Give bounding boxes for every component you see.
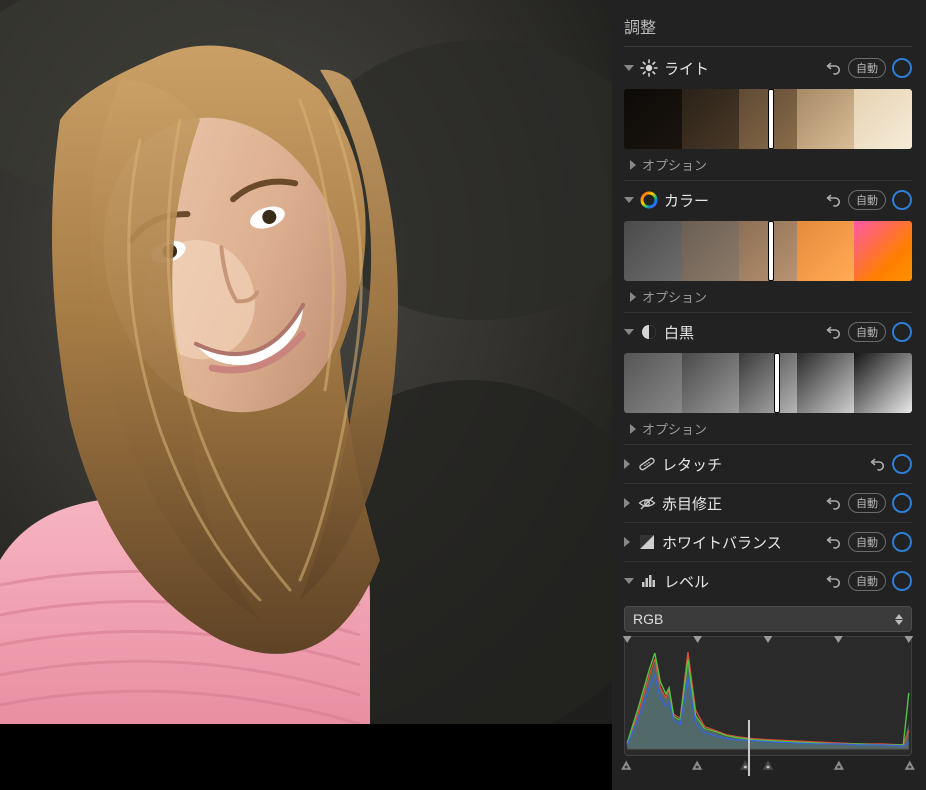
undo-icon[interactable] xyxy=(826,192,842,208)
panel-title: 調整 xyxy=(624,0,912,47)
disclosure-triangle-icon[interactable] xyxy=(624,197,634,203)
disclosure-triangle-icon xyxy=(630,160,636,170)
histogram-icon xyxy=(640,572,658,590)
adjustment-bw-header[interactable]: 白黒 自動 xyxy=(624,313,912,351)
bw-thumbnail-slider[interactable] xyxy=(624,353,912,413)
enable-ring-icon[interactable] xyxy=(892,493,912,513)
options-toggle[interactable]: オプション xyxy=(624,285,912,312)
adjustment-redeye-label: 赤目修正 xyxy=(662,493,722,514)
callout-line xyxy=(748,720,750,776)
adjustment-redeye-header[interactable]: 赤目修正 自動 xyxy=(624,484,912,522)
undo-icon[interactable] xyxy=(826,324,842,340)
slider-marker[interactable] xyxy=(768,221,774,281)
adjustment-light: ライト 自動 オプション xyxy=(624,49,912,181)
auto-button[interactable]: 自動 xyxy=(848,571,886,591)
adjustment-retouch-label: レタッチ xyxy=(662,454,722,475)
whitebalance-icon xyxy=(638,533,656,551)
disclosure-triangle-icon[interactable] xyxy=(624,65,634,71)
disclosure-triangle-icon[interactable] xyxy=(624,537,630,547)
enable-ring-icon[interactable] xyxy=(892,322,912,342)
options-label: オプション xyxy=(642,287,707,306)
options-label: オプション xyxy=(642,419,707,438)
disclosure-triangle-icon xyxy=(630,424,636,434)
adjustment-bw-label: 白黒 xyxy=(664,322,694,343)
adjustment-whitebalance: ホワイトバランス 自動 xyxy=(624,523,912,562)
disclosure-triangle-icon[interactable] xyxy=(624,578,634,584)
stepper-icon xyxy=(895,614,903,625)
options-toggle[interactable]: オプション xyxy=(624,153,912,180)
adjustment-levels-header[interactable]: レベル 自動 xyxy=(624,562,912,600)
options-label: オプション xyxy=(642,155,707,174)
auto-button[interactable]: 自動 xyxy=(848,532,886,552)
adjustment-levels-label: レベル xyxy=(664,571,709,592)
levels-histogram[interactable] xyxy=(624,636,912,756)
auto-button[interactable]: 自動 xyxy=(848,190,886,210)
disclosure-triangle-icon[interactable] xyxy=(624,329,634,335)
adjustment-whitebalance-label: ホワイトバランス xyxy=(662,532,782,553)
bw-icon xyxy=(640,323,658,341)
undo-icon[interactable] xyxy=(826,495,842,511)
auto-button[interactable]: 自動 xyxy=(848,493,886,513)
undo-icon[interactable] xyxy=(826,534,842,550)
enable-ring-icon[interactable] xyxy=(892,571,912,591)
options-toggle[interactable]: オプション xyxy=(624,417,912,444)
adjustment-retouch-header[interactable]: レタッチ xyxy=(624,445,912,483)
photo-preview[interactable] xyxy=(0,0,612,724)
auto-button[interactable]: 自動 xyxy=(848,58,886,78)
adjustment-color: カラー 自動 オプション xyxy=(624,181,912,313)
disclosure-triangle-icon xyxy=(630,292,636,302)
adjustments-sidebar: 調整 ライト 自動 xyxy=(612,0,926,790)
enable-ring-icon[interactable] xyxy=(892,532,912,552)
slider-marker[interactable] xyxy=(768,89,774,149)
levels-channel-select[interactable]: RGB xyxy=(624,606,912,632)
undo-icon[interactable] xyxy=(870,456,886,472)
slider-marker[interactable] xyxy=(774,353,780,413)
enable-ring-icon[interactable] xyxy=(892,190,912,210)
adjustment-bw: 白黒 自動 オプション xyxy=(624,313,912,445)
adjustment-retouch: レタッチ xyxy=(624,445,912,484)
levels-channel-value: RGB xyxy=(633,611,663,627)
adjustment-color-label: カラー xyxy=(664,190,709,211)
adjustment-color-header[interactable]: カラー 自動 xyxy=(624,181,912,219)
color-thumbnail-slider[interactable] xyxy=(624,221,912,281)
bandage-icon xyxy=(638,455,656,473)
light-icon xyxy=(640,59,658,77)
eye-off-icon xyxy=(638,494,656,512)
levels-bottom-handles[interactable] xyxy=(624,756,912,774)
adjustment-whitebalance-header[interactable]: ホワイトバランス 自動 xyxy=(624,523,912,561)
disclosure-triangle-icon[interactable] xyxy=(624,498,630,508)
light-thumbnail-slider[interactable] xyxy=(624,89,912,149)
undo-icon[interactable] xyxy=(826,60,842,76)
enable-ring-icon[interactable] xyxy=(892,58,912,78)
color-icon xyxy=(640,191,658,209)
adjustment-levels: レベル 自動 RGB xyxy=(624,562,912,774)
adjustment-redeye: 赤目修正 自動 xyxy=(624,484,912,523)
undo-icon[interactable] xyxy=(826,573,842,589)
adjustment-light-label: ライト xyxy=(664,58,709,79)
enable-ring-icon[interactable] xyxy=(892,454,912,474)
adjustment-light-header[interactable]: ライト 自動 xyxy=(624,49,912,87)
disclosure-triangle-icon[interactable] xyxy=(624,459,630,469)
auto-button[interactable]: 自動 xyxy=(848,322,886,342)
